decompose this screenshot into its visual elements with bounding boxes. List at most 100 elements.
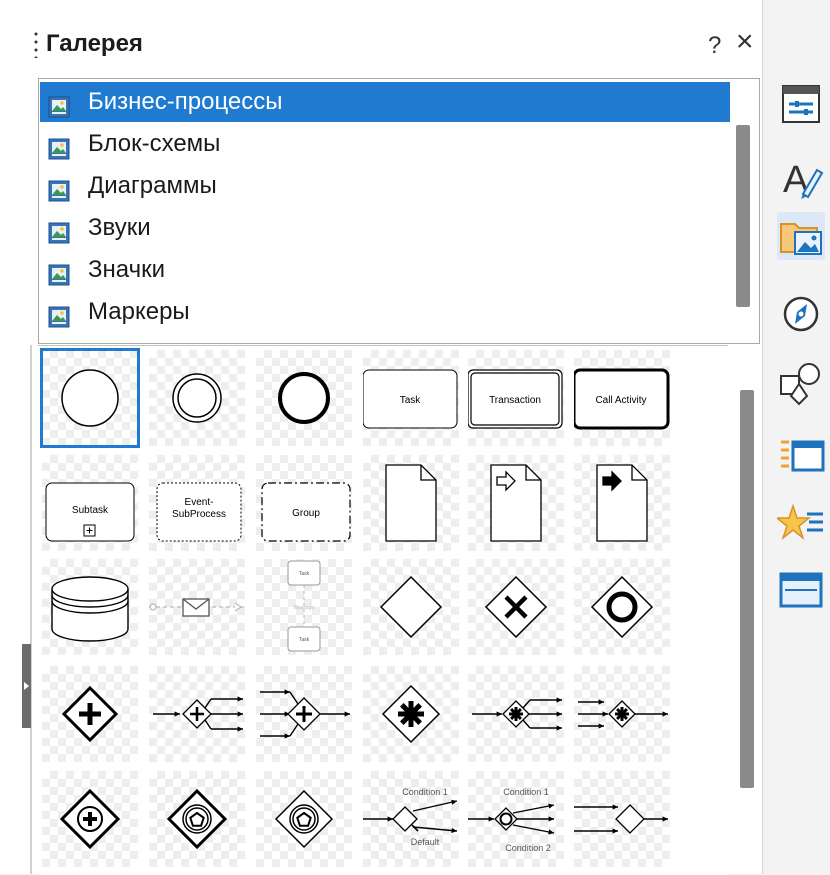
message-flow-icon: [149, 598, 245, 617]
gallery-item-exclusive-event-gateway-icon[interactable]: [256, 771, 352, 867]
panel-title: Галерея: [46, 30, 143, 57]
gallery-tab-icon: [780, 223, 822, 255]
page-tab-button[interactable]: [777, 432, 825, 480]
end-event-icon: [278, 372, 330, 424]
panel-grip-handle[interactable]: [34, 30, 38, 58]
parallel-event-gateway-icon: [59, 788, 121, 850]
gallery-item-data-store-icon[interactable]: [42, 559, 138, 655]
theme-list-item[interactable]: Значки: [40, 250, 730, 290]
svg-text:Condition 1: Condition 1: [402, 787, 448, 797]
parallel-join-icon: [260, 689, 350, 739]
gallery-item-parallel-fork-icon[interactable]: [149, 666, 245, 762]
svg-text:Group: Group: [292, 508, 320, 519]
theme-list-scrollbar-thumb[interactable]: [736, 125, 750, 307]
gallery-item-complex-gateway-icon[interactable]: [363, 666, 459, 762]
theme-list-item-label: Маркеры: [88, 298, 190, 325]
theme-image-icon: [48, 133, 70, 160]
gallery-grid[interactable]: Task Transaction Call Activity Subtask Event…: [38, 345, 728, 875]
svg-text:Event-: Event-: [185, 497, 214, 508]
theme-list-item-label: Бизнес-процессы: [88, 88, 283, 115]
data-store-icon: [51, 576, 129, 642]
gallery-item-call-activity-shape[interactable]: Call Activity: [574, 350, 670, 446]
svg-text:Task: Task: [400, 395, 422, 406]
gallery-tab-button[interactable]: [777, 212, 825, 260]
gallery-item-event-gateway-icon[interactable]: [574, 559, 670, 655]
transaction-shape: Transaction: [468, 369, 563, 429]
gallery-item-task-sequence-icon[interactable]: Task Message Task: [256, 559, 352, 655]
conditional-split-icon: Condition 1 Default: [363, 787, 458, 847]
theme-list-item-label: Значки: [88, 256, 165, 283]
svg-text:SubProcess: SubProcess: [172, 509, 226, 520]
shapes-tab-icon: [780, 363, 820, 406]
slide-transition-tab-icon: [779, 572, 823, 608]
theme-list-item[interactable]: Звуки: [40, 208, 730, 248]
gallery-item-parallel-join-icon[interactable]: [256, 666, 352, 762]
group-shape: Group: [261, 482, 351, 542]
theme-list-item-label: Диаграммы: [88, 172, 217, 199]
sidebar-tab-bar: A: [762, 0, 830, 874]
gallery-item-task-shape[interactable]: Task: [363, 350, 459, 446]
gallery-item-data-object-icon[interactable]: [363, 455, 459, 551]
gallery-item-parallel-event-gateway-icon[interactable]: [42, 771, 138, 867]
gallery-scrollbar-thumb[interactable]: [740, 390, 754, 788]
gallery-item-group-shape[interactable]: Group: [256, 455, 352, 551]
task-sequence-icon: Task Message Task: [287, 560, 321, 652]
complex-fork-icon: [472, 697, 562, 731]
svg-text:Call Activity: Call Activity: [595, 395, 646, 406]
theme-image-icon: [48, 91, 70, 118]
sidebar-collapse-handle[interactable]: [22, 644, 31, 728]
styles-tab-icon: A: [783, 159, 824, 201]
properties-tab-icon: [782, 85, 820, 123]
gallery-item-data-input-icon[interactable]: [468, 455, 564, 551]
theme-list-item[interactable]: Бизнес-процессы: [40, 82, 730, 122]
theme-list[interactable]: Бизнес-процессы Блок-схемы Диаграммы Звуки З…: [38, 78, 760, 344]
svg-text:Task: Task: [299, 637, 310, 643]
gallery-item-transaction-shape[interactable]: Transaction: [468, 350, 564, 446]
gallery-item-complex-join-icon[interactable]: [574, 666, 670, 762]
gallery-item-conditional-split-icon[interactable]: Condition 1 Default: [363, 771, 459, 867]
theme-list-item[interactable]: Блок-схемы: [40, 124, 730, 164]
gallery-item-end-event-icon[interactable]: [256, 350, 352, 446]
panel-left-divider: [30, 345, 32, 874]
theme-list-item[interactable]: Маркеры: [40, 292, 730, 332]
subtask-shape: Subtask: [45, 482, 135, 542]
gallery-item-intermediate-event-icon[interactable]: [149, 350, 245, 446]
shapes-tab-button[interactable]: [777, 358, 825, 406]
svg-text:Condition 1: Condition 1: [503, 787, 549, 797]
styles-tab-button[interactable]: A: [777, 152, 825, 201]
close-button[interactable]: ×: [736, 27, 754, 57]
task-shape: Task: [363, 369, 458, 429]
theme-image-icon: [48, 259, 70, 286]
event-subprocess-shape: Event-SubProcess: [156, 482, 242, 542]
svg-text:Subtask: Subtask: [72, 505, 109, 516]
call-activity-shape: Call Activity: [574, 368, 670, 430]
slide-transition-tab-button[interactable]: [777, 568, 825, 616]
svg-text:Task: Task: [299, 571, 310, 577]
gallery-item-conditional-split-2-icon[interactable]: Condition 1 Condition 2: [468, 771, 564, 867]
gallery-item-start-event-icon[interactable]: [40, 348, 140, 448]
gallery-item-subtask-shape[interactable]: Subtask: [42, 455, 138, 551]
theme-image-icon: [48, 301, 70, 328]
svg-text:Message: Message: [294, 605, 315, 611]
converging-gateway-icon: [574, 804, 668, 834]
gallery-item-event-subprocess-shape[interactable]: Event- SubProcess: [149, 455, 245, 551]
gallery-item-complex-fork-icon[interactable]: [468, 666, 564, 762]
gallery-item-data-output-icon[interactable]: [574, 455, 670, 551]
gallery-item-exclusive-gateway-icon[interactable]: [363, 559, 459, 655]
gallery-item-event-based-gateway-icon[interactable]: [149, 771, 245, 867]
complex-join-icon: [578, 699, 668, 729]
conditional-split-2-icon: Condition 1 Condition 2: [468, 787, 555, 853]
gallery-item-parallel-gateway-icon[interactable]: [42, 666, 138, 762]
navigator-tab-button[interactable]: [777, 290, 825, 338]
gallery-item-converging-gateway-icon[interactable]: [574, 771, 670, 867]
theme-list-item[interactable]: Диаграммы: [40, 166, 730, 206]
event-gateway-icon: [590, 575, 654, 639]
gallery-item-message-flow-icon[interactable]: [149, 559, 245, 655]
gallery-item-exclusive-gateway-x-icon[interactable]: [468, 559, 564, 655]
exclusive-gateway-x-icon: [484, 575, 548, 639]
start-event-icon: [61, 369, 119, 427]
help-button[interactable]: ?: [708, 32, 721, 60]
properties-tab-button[interactable]: [777, 80, 825, 128]
navigator-tab-icon: [783, 296, 819, 332]
animation-tab-button[interactable]: [774, 496, 825, 544]
